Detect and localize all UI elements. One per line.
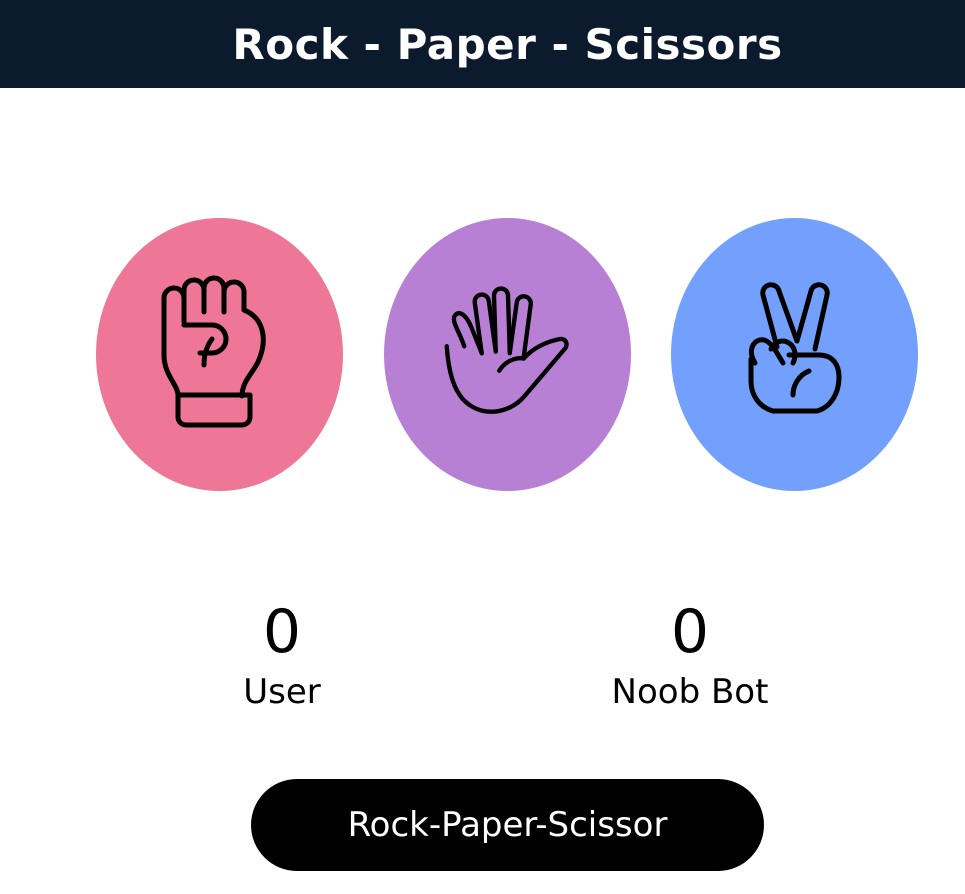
bot-score-label: Noob Bot: [611, 672, 769, 712]
bot-score: 0 Noob Bot: [570, 598, 810, 712]
peace-hand-icon: [748, 281, 841, 413]
scissors-choice[interactable]: [671, 218, 918, 491]
paper-choice[interactable]: [384, 218, 631, 491]
header-bar: Rock - Paper - Scissors: [0, 0, 965, 88]
user-score: 0 User: [162, 598, 402, 712]
fist-icon: [161, 275, 266, 427]
page-title: Rock - Paper - Scissors: [232, 19, 783, 69]
rock-choice[interactable]: [96, 218, 343, 491]
user-score-value: 0: [262, 597, 302, 667]
user-score-label: User: [243, 672, 321, 712]
bot-score-value: 0: [670, 597, 710, 667]
play-button[interactable]: Rock-Paper-Scissor: [251, 779, 764, 871]
open-hand-icon: [444, 285, 569, 414]
